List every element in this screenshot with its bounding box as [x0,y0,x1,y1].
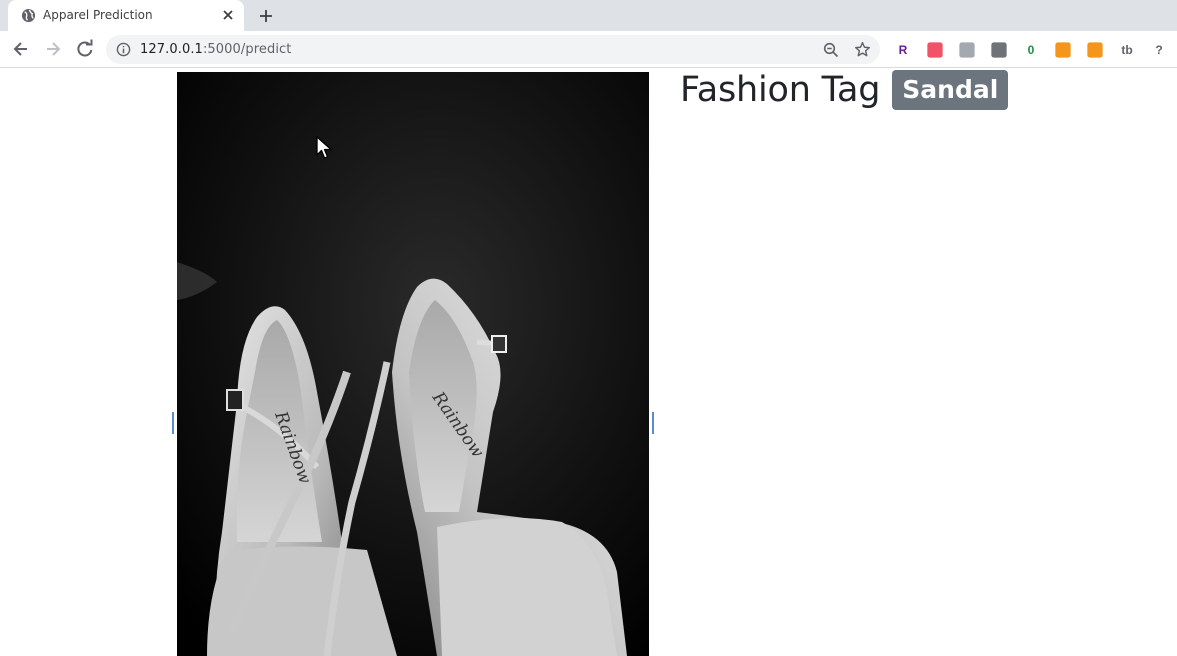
tb-extension-icon[interactable]: tb [1118,41,1136,59]
dark-circle-extension-icon[interactable] [991,42,1007,58]
star-icon[interactable] [854,41,871,58]
page-content: Rainbow Rainbow Fashion Tag Sandal [0,68,1177,656]
close-icon[interactable] [221,8,235,22]
shield-check-extension-icon[interactable]: 0 [1022,41,1040,59]
tab-title: Apparel Prediction [43,8,153,22]
bag-extension-icon[interactable] [1055,42,1071,58]
address-bar[interactable]: 127.0.0.1:5000/predict [106,35,880,64]
tab-strip: Apparel Prediction [0,0,1177,31]
url-host: 127.0.0.1 [140,42,203,57]
help-extension-icon[interactable]: ? [1150,41,1168,59]
mouse-cursor-icon [316,136,332,159]
back-arrow-icon[interactable] [11,39,31,59]
result-heading: Fashion Tag Sandal [680,70,1009,111]
new-tab-icon[interactable] [257,7,275,25]
info-icon[interactable] [116,42,131,57]
url-path: :5000/predict [202,42,292,57]
forward-arrow-icon[interactable] [43,39,63,59]
extension-glyph: ? [1155,43,1163,57]
browser-tab[interactable]: Apparel Prediction [8,0,244,31]
right-resize-handle [652,412,654,434]
r-extension-icon[interactable]: R [894,41,912,59]
browser-toolbar: 127.0.0.1:5000/predict R 0 tb? [0,31,1177,68]
reload-icon[interactable] [75,39,95,59]
extension-glyph: tb [1121,43,1133,57]
zoom-icon[interactable] [823,42,839,58]
pocket-extension-icon[interactable] [927,42,943,58]
url-text[interactable]: 127.0.0.1:5000/predict [140,42,292,57]
prediction-badge: Sandal [892,70,1009,111]
frame-extension-icon[interactable] [959,42,975,58]
extension-glyph: R [898,43,908,57]
key-extension-icon[interactable] [1087,42,1103,58]
left-resize-handle [172,412,174,434]
apparel-photo: Rainbow Rainbow [177,72,649,656]
extension-glyph: 0 [1027,43,1035,57]
globe-icon [21,8,36,23]
page-title: Fashion Tag [680,70,881,111]
